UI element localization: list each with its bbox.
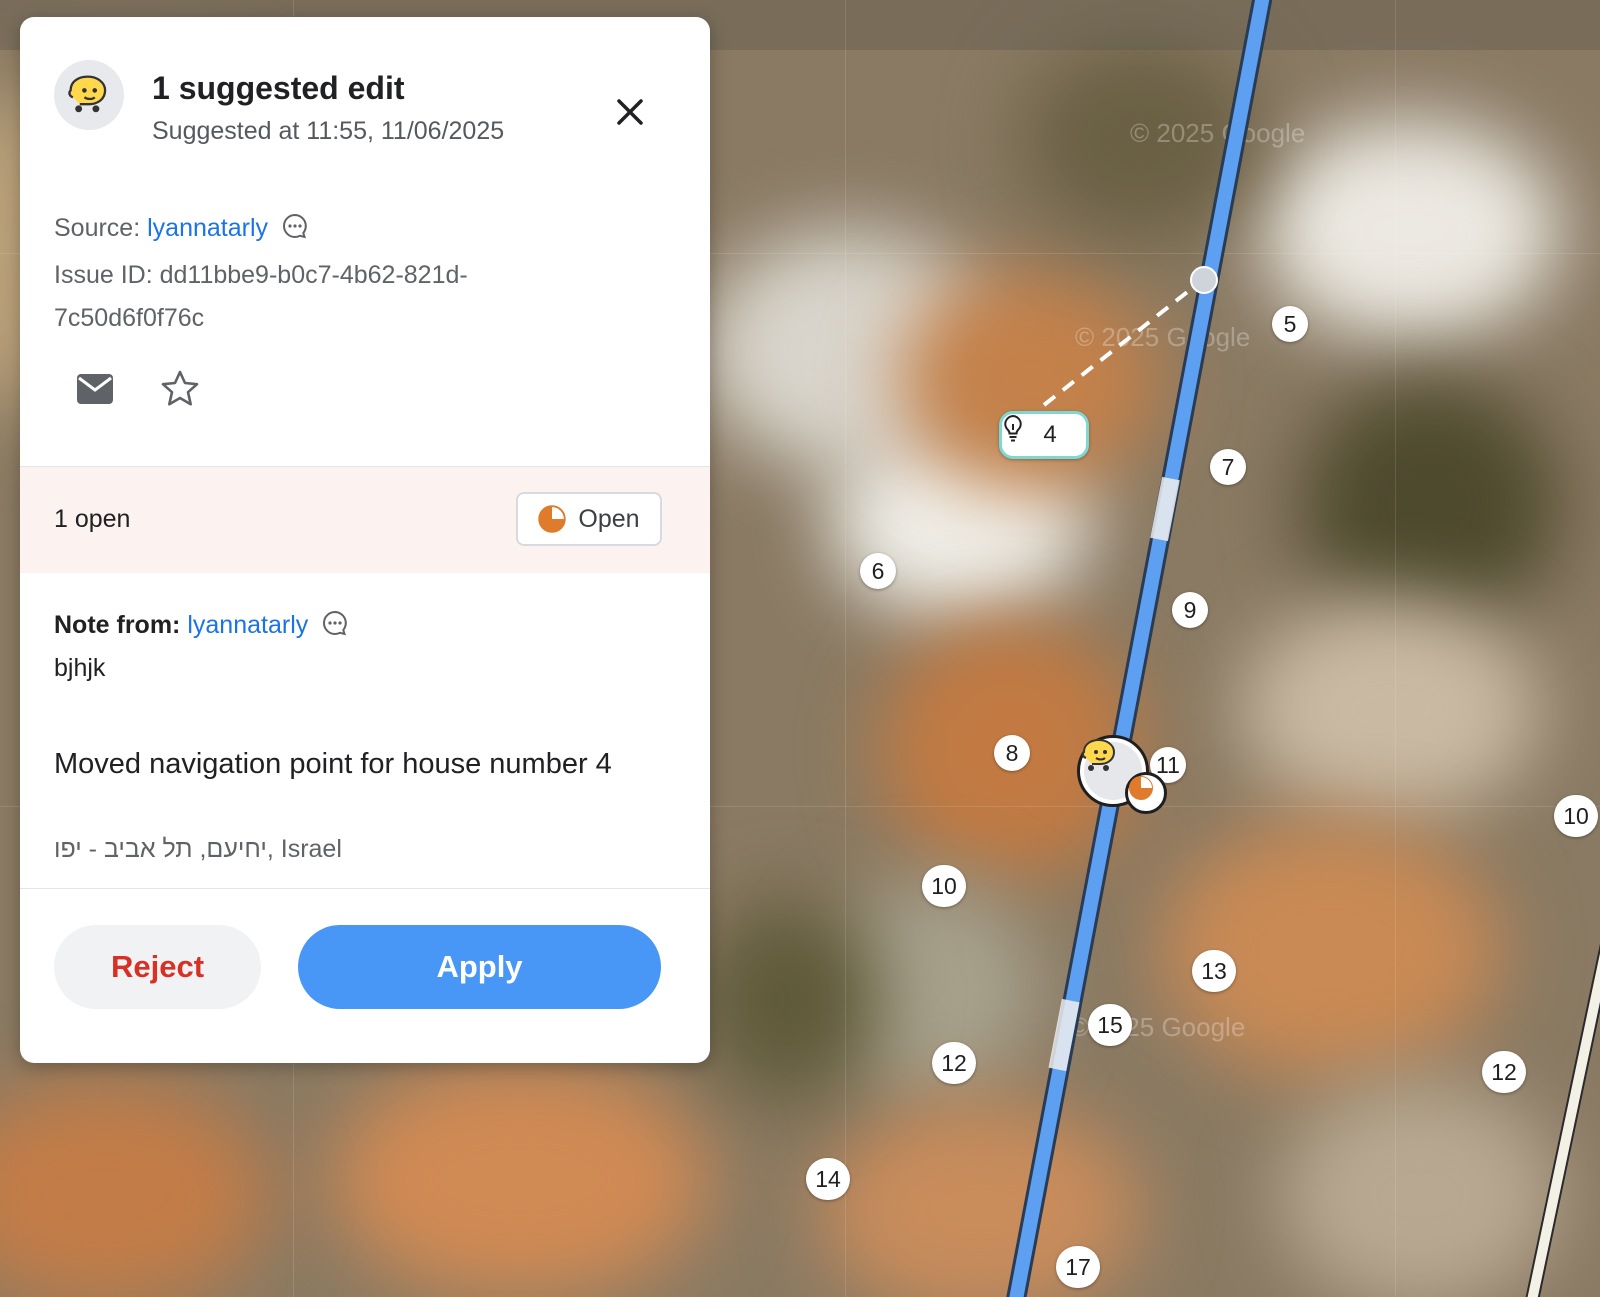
house-number-marker[interactable]: 13 <box>1192 950 1236 992</box>
edit-description: Moved navigation point for house number … <box>54 748 612 780</box>
star-icon <box>161 370 199 406</box>
house-number-marker[interactable]: 9 <box>1172 592 1208 628</box>
close-button[interactable] <box>610 92 650 132</box>
house-number-marker[interactable]: 12 <box>1482 1051 1526 1093</box>
open-status-icon <box>538 505 567 533</box>
note-label: Note from: <box>54 611 181 639</box>
house-number-marker[interactable]: 8 <box>994 735 1030 771</box>
open-status-button[interactable]: Open <box>516 492 662 546</box>
source-user-link[interactable]: lyannatarly <box>147 214 268 242</box>
house-number-marker[interactable]: 15 <box>1088 1004 1132 1046</box>
house-number-marker[interactable]: 17 <box>1056 1246 1100 1288</box>
source-label: Source: <box>54 214 141 242</box>
house-number-marker[interactable]: 10 <box>1554 795 1598 837</box>
divider <box>20 888 710 889</box>
road-segment[interactable] <box>1009 0 1270 1297</box>
open-status-row: 1 open Open <box>20 467 710 573</box>
house-number-marker[interactable]: 14 <box>806 1158 850 1200</box>
navigation-link-line <box>1042 280 1202 407</box>
edit-metadata: Source: lyannatarly Issue ID: dd11bbe9-b… <box>54 207 654 340</box>
chat-icon[interactable] <box>321 609 349 644</box>
house-number-marker[interactable]: 10 <box>922 865 966 907</box>
issue-id-continued: 7c50d6f0f76c <box>54 304 205 332</box>
note-user-link[interactable]: lyannatarly <box>187 611 308 639</box>
message-button[interactable] <box>71 365 119 413</box>
note-header: Note from: lyannatarly <box>54 609 349 644</box>
follow-button[interactable] <box>156 365 204 413</box>
waze-avatar-icon <box>54 60 124 130</box>
suggested-timestamp: Suggested at 11:55, 11/06/2025 <box>152 117 505 145</box>
suggested-edit-panel: 1 suggested edit Suggested at 11:55, 11/… <box>20 17 710 1063</box>
house-number-marker[interactable]: 7 <box>1210 449 1246 485</box>
house-number-marker[interactable]: 12 <box>932 1042 976 1084</box>
reject-button[interactable]: Reject <box>54 925 261 1009</box>
open-status-label: Open <box>578 504 640 533</box>
panel-title: 1 suggested edit <box>152 70 405 106</box>
issue-id: Issue ID: dd11bbe9-b0c7-4b62-821d- <box>54 261 468 289</box>
house-number-marker[interactable]: 5 <box>1272 306 1308 342</box>
chat-icon[interactable] <box>281 211 309 254</box>
open-status-icon <box>1125 772 1167 814</box>
note-text: bjhjk <box>54 654 106 682</box>
apply-button[interactable]: Apply <box>298 925 661 1009</box>
open-count: 1 open <box>54 505 131 533</box>
house-number-marker[interactable]: 6 <box>860 553 896 589</box>
suggestion-marker[interactable]: 4 <box>999 411 1089 459</box>
suggestion-house-number: 4 <box>1043 421 1057 448</box>
close-icon <box>617 99 643 125</box>
mail-icon <box>77 374 113 404</box>
navigation-point-node[interactable] <box>1190 266 1218 294</box>
source-row: Source: lyannatarly <box>54 207 654 254</box>
edit-address: יחיעם, תל אביב - יפו, Israel <box>54 835 342 863</box>
